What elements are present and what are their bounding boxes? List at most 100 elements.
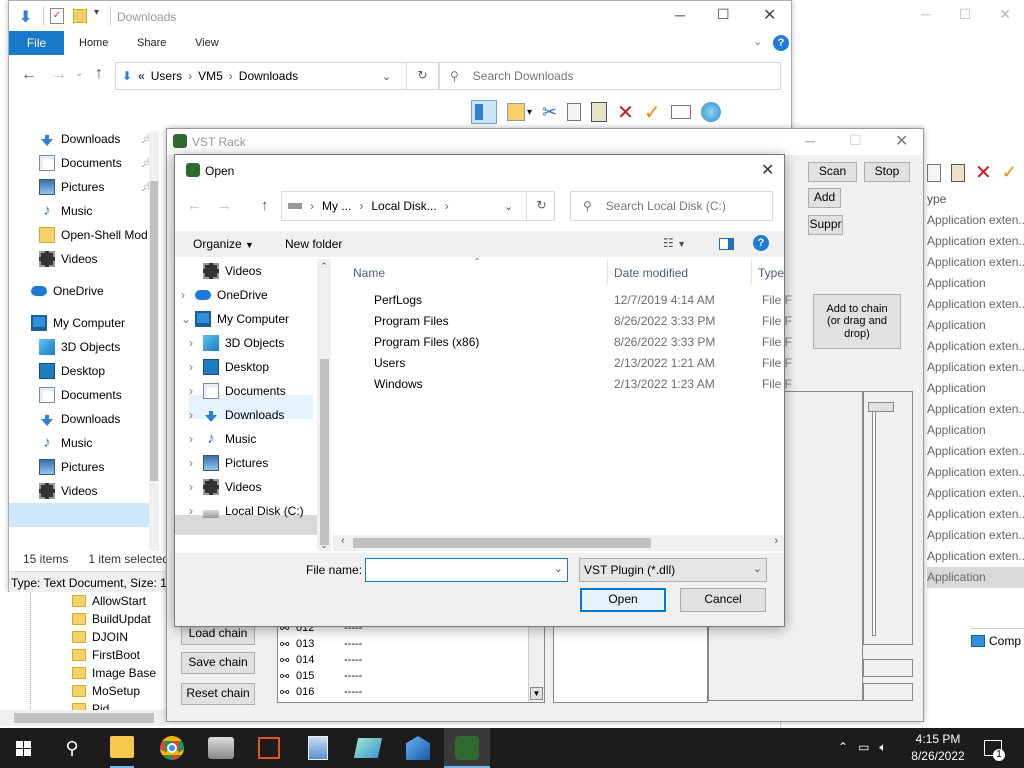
nav-item[interactable]: › Desktop (175, 355, 317, 379)
scroll-left-icon[interactable]: ‹ (341, 535, 345, 547)
add-button[interactable]: Add (808, 188, 841, 208)
type-cell[interactable]: Application (927, 378, 1024, 399)
vst-rack-taskbar-button[interactable] (444, 728, 490, 768)
tab-view[interactable]: View (195, 37, 219, 49)
chevron-right-icon[interactable]: › (189, 336, 203, 350)
save-chain-button[interactable]: Save chain (181, 652, 255, 674)
show-hidden-icons-icon[interactable]: ⌃ (838, 740, 848, 755)
type-cell[interactable]: Application exten... (927, 210, 1024, 231)
type-cell[interactable]: Application (927, 420, 1024, 441)
chain-slot[interactable]: ⚯ 016 ----- (280, 684, 528, 700)
add-to-chain-button[interactable]: Add to chain (or drag and drop) (813, 294, 901, 349)
column-type[interactable]: Type (758, 266, 784, 280)
chain-scrollbar[interactable]: ▼ (528, 616, 544, 702)
nav-item[interactable]: Videos (39, 247, 159, 271)
preview-pane-icon[interactable] (719, 238, 734, 250)
paste-icon[interactable] (951, 163, 965, 182)
file-name-input[interactable]: ⌄ (365, 558, 568, 582)
nav-item[interactable]: › ♪ Music (175, 427, 317, 451)
chain-slot[interactable]: ⚯ 013 ----- (280, 636, 528, 652)
nav-item[interactable]: Documents 📌︎ (39, 151, 159, 175)
scroll-thumb[interactable] (320, 359, 329, 545)
cancel-button[interactable]: Cancel (680, 588, 766, 612)
type-cell[interactable]: Application (927, 273, 1024, 294)
organize-menu[interactable]: Organize ▼ (193, 237, 254, 251)
back-icon[interactable]: ← (21, 66, 37, 84)
tree-folder[interactable]: MoSetup (72, 682, 166, 700)
quick-access-download-icon[interactable]: ⬇ (19, 7, 35, 26)
tree-folder[interactable]: AllowStart (72, 592, 166, 610)
type-cell[interactable]: Application exten... (927, 231, 1024, 252)
nav-item[interactable]: 3D Objects (39, 335, 159, 359)
tree-folder[interactable]: FirstBoot (72, 646, 166, 664)
rename-icon[interactable]: ✓ (644, 100, 661, 125)
dialog-search-box[interactable]: ⚲ Search Local Disk (C:) (570, 191, 773, 221)
search-box[interactable]: ⚲ Search Downloads (439, 62, 781, 90)
copy-icon[interactable] (927, 163, 941, 182)
type-cell[interactable]: Application exten... (927, 336, 1024, 357)
installer-taskbar-icon[interactable] (406, 736, 430, 760)
delete-icon[interactable]: ✕ (617, 100, 634, 125)
type-cell[interactable]: Application (927, 567, 1024, 588)
help-icon[interactable]: ? (753, 235, 769, 251)
tree-folder[interactable]: Image Base (72, 664, 166, 682)
delete-icon[interactable]: ✕ (975, 160, 992, 185)
type-cell[interactable]: Application exten... (927, 441, 1024, 462)
scroll-down-icon[interactable]: ▼ (530, 687, 543, 700)
recent-locations-icon[interactable]: ⌄ (75, 68, 83, 79)
chain-slot[interactable]: ⚯ 014 ----- (280, 652, 528, 668)
scroll-right-icon[interactable]: › (774, 535, 778, 547)
type-cell[interactable]: Application exten... (927, 357, 1024, 378)
minimize-button[interactable]: ─ (675, 7, 685, 23)
select-icon[interactable] (507, 103, 525, 121)
chevron-right-icon[interactable]: › (189, 504, 203, 518)
tree-folder[interactable]: DJOIN (72, 628, 166, 646)
volume-slider[interactable] (863, 391, 913, 645)
path-local-disk[interactable]: Local Disk... (371, 199, 436, 213)
up-icon[interactable]: ↑ (95, 65, 103, 83)
action-center-button[interactable]: 1 (984, 740, 1005, 761)
forward-icon[interactable]: → (51, 66, 67, 84)
nav-item[interactable]: Open-Shell Mod (39, 223, 159, 247)
expand-ribbon-icon[interactable]: ⌄ (753, 35, 762, 48)
chevron-right-icon[interactable]: › (189, 432, 203, 446)
chevron-right-icon[interactable]: › (181, 288, 195, 302)
minimize-icon[interactable]: ─ (921, 6, 931, 22)
new-folder-button[interactable]: New folder (285, 237, 342, 251)
nav-item[interactable]: › Local Disk (C:) (175, 499, 317, 523)
column-header-type[interactable]: ype (927, 192, 946, 206)
breadcrumb-vm5[interactable]: VM5 (198, 69, 223, 83)
preview-pane-icon[interactable] (471, 100, 497, 124)
nav-item[interactable]: Downloads 📌︎ (39, 127, 159, 151)
type-cell[interactable]: Application exten... (927, 399, 1024, 420)
back-icon[interactable]: ← (187, 197, 202, 214)
nav-scrollbar[interactable] (149, 131, 159, 551)
tab-share[interactable]: Share (137, 37, 166, 49)
address-dropdown-icon[interactable]: ⌄ (382, 70, 391, 83)
scan-button[interactable]: Scan (808, 162, 857, 182)
maximize-icon[interactable]: ☐ (959, 6, 972, 23)
dialog-address-bar[interactable]: › My ... › Local Disk... › ⌄ ↻ (281, 191, 555, 221)
chevron-right-icon[interactable]: › (189, 480, 203, 494)
options-icon[interactable] (700, 102, 721, 122)
chevron-right-icon[interactable]: › (189, 384, 203, 398)
nav-item[interactable]: Pictures 📌︎ (39, 175, 159, 199)
nav-item[interactable]: Desktop (39, 359, 159, 383)
file-row[interactable]: PerfLogs 12/7/2019 4:14 AM File F (374, 289, 794, 310)
dialog-nav-scrollbar[interactable]: ⌃ ⌄ (317, 259, 331, 551)
nav-item[interactable]: ♪ Music (39, 199, 159, 223)
column-name[interactable]: Name (353, 266, 385, 280)
file-row[interactable]: Program Files 8/26/2022 3:33 PM File F (374, 310, 794, 331)
properties-icon[interactable]: ✓ (50, 8, 64, 24)
horizontal-scrollbar[interactable] (0, 710, 166, 726)
nav-item[interactable]: › Videos (175, 475, 317, 499)
close-button[interactable]: ✕ (895, 131, 908, 151)
address-bar[interactable]: ⬇ « Users › VM5 › Downloads ⌄ ↻ (115, 62, 439, 90)
chrome-taskbar-icon[interactable] (160, 736, 184, 760)
reset-chain-button[interactable]: Reset chain (181, 683, 255, 705)
breadcrumb-downloads[interactable]: Downloads (239, 69, 298, 83)
start-button[interactable] (0, 728, 46, 768)
tab-file[interactable]: File (9, 31, 64, 55)
snipping-taskbar-icon[interactable] (353, 738, 383, 758)
nav-item[interactable]: › Pictures (175, 451, 317, 475)
